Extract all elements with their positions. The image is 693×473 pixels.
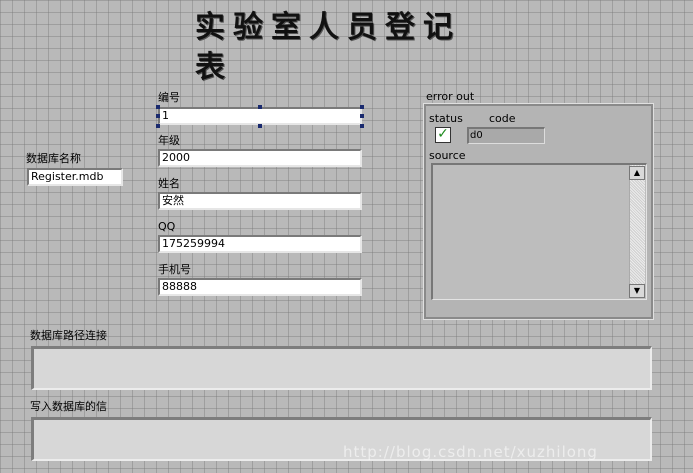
- path-connect-display[interactable]: [31, 346, 652, 390]
- scroll-down-icon[interactable]: ▼: [629, 284, 645, 298]
- error-out-label: error out: [426, 90, 475, 103]
- selection-handle[interactable]: [156, 114, 160, 118]
- phone-input[interactable]: 88888: [158, 278, 362, 296]
- id-label: 编号: [158, 91, 180, 104]
- code-field[interactable]: d0: [467, 127, 545, 144]
- qq-label: QQ: [158, 220, 176, 233]
- phone-label: 手机号: [158, 263, 191, 276]
- id-input[interactable]: 1: [158, 107, 362, 125]
- watermark: http://blog.csdn.net/xuzhilong: [343, 443, 598, 461]
- source-label: source: [429, 149, 466, 162]
- name-input[interactable]: 安然: [158, 192, 362, 210]
- selection-handle[interactable]: [156, 105, 160, 109]
- status-label: status: [429, 112, 463, 125]
- write-info-label: 写入数据库的信: [30, 400, 107, 413]
- checkmark-icon: ✓: [437, 126, 449, 142]
- code-value: 0: [476, 130, 483, 141]
- scroll-up-icon[interactable]: ▲: [629, 166, 645, 180]
- selection-handle[interactable]: [360, 105, 364, 109]
- qq-input[interactable]: 175259994: [158, 235, 362, 253]
- selection-handle[interactable]: [360, 124, 364, 128]
- grade-input[interactable]: 2000: [158, 149, 362, 167]
- selection-handle[interactable]: [258, 124, 262, 128]
- page-title: 实验室人员登记表: [195, 10, 461, 85]
- selection-handle[interactable]: [258, 105, 262, 109]
- db-name-input[interactable]: Register.mdb: [27, 168, 123, 186]
- name-label: 姓名: [158, 177, 180, 190]
- db-name-label: 数据库名称: [26, 152, 81, 165]
- source-field[interactable]: [431, 163, 647, 300]
- selection-handle[interactable]: [360, 114, 364, 118]
- source-scrollbar[interactable]: [629, 165, 645, 298]
- grade-label: 年级: [158, 134, 180, 147]
- selection-handle[interactable]: [156, 124, 160, 128]
- code-label: code: [489, 112, 516, 125]
- path-connect-label: 数据库路径连接: [30, 329, 107, 342]
